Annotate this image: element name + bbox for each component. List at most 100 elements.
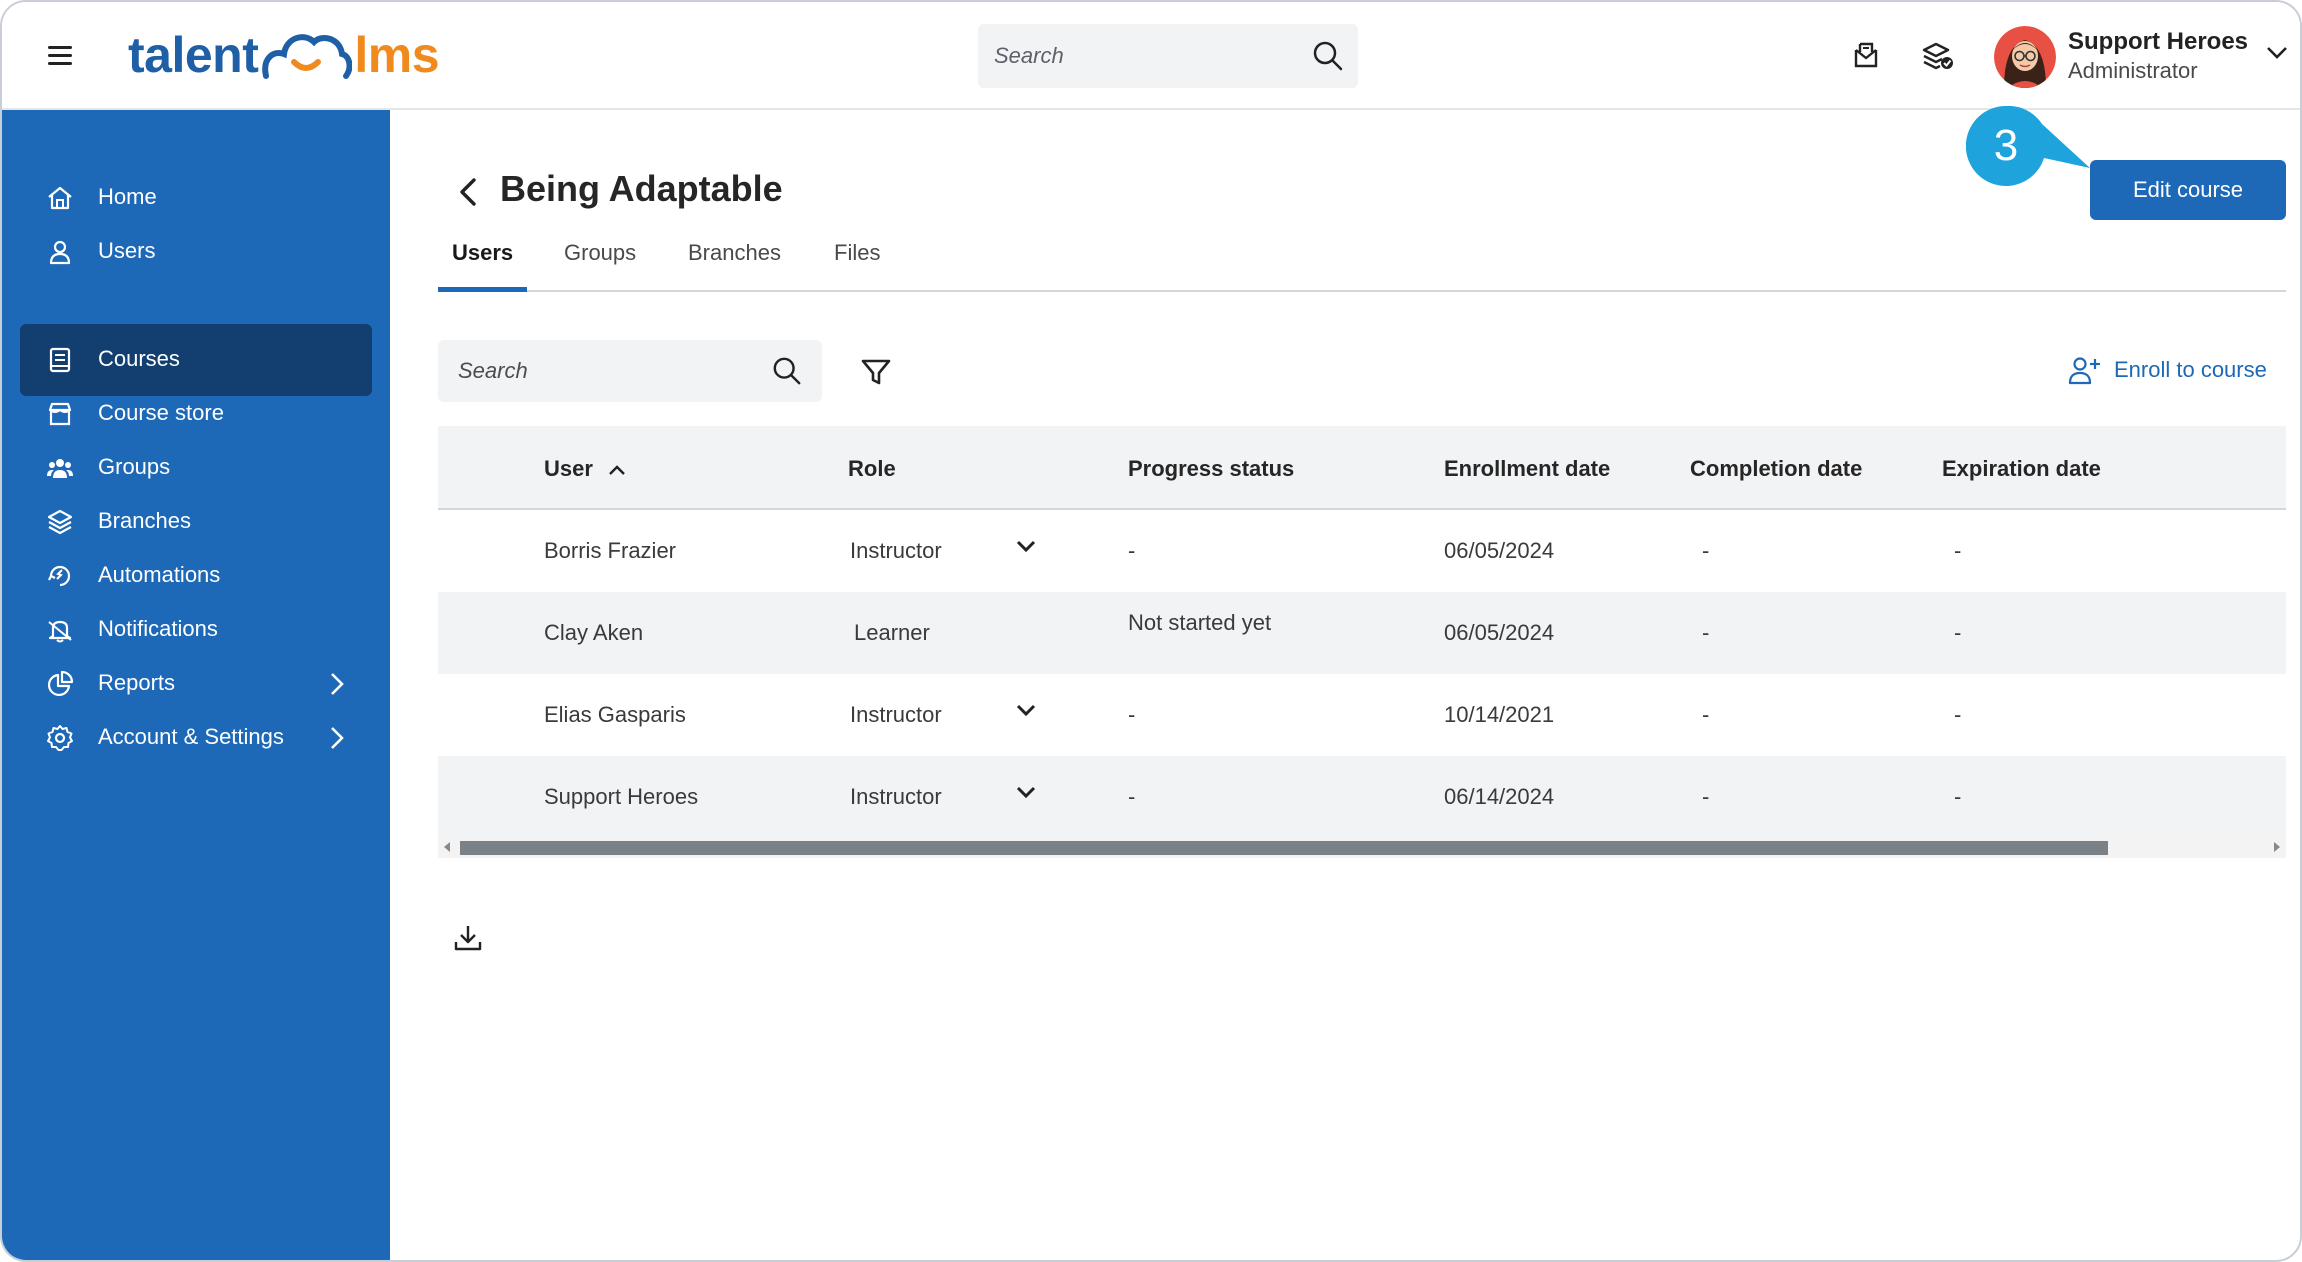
pie-chart-icon xyxy=(47,670,74,697)
hamburger-menu-icon[interactable] xyxy=(46,40,76,70)
sidebar: Home Users Courses Course store Groups B… xyxy=(2,110,390,1260)
talentlms-logo[interactable]: talent lms xyxy=(128,20,440,90)
messages-icon[interactable] xyxy=(1848,38,1884,74)
sort-ascending-icon[interactable] xyxy=(608,464,626,476)
users-search-input[interactable] xyxy=(438,340,738,402)
chevron-down-icon[interactable] xyxy=(1016,540,1036,554)
cell-progress: - xyxy=(1128,784,1136,809)
course-tabs: Users Groups Branches Files xyxy=(438,232,2286,292)
enroll-label: Enroll to course xyxy=(2114,357,2267,382)
global-search xyxy=(978,24,1358,88)
top-header: talent lms Search Support Heroes Adminis… xyxy=(2,2,2300,110)
search-icon[interactable] xyxy=(1312,40,1344,72)
chevron-right-icon xyxy=(331,673,344,695)
cell-user: Elias Gasparis xyxy=(544,702,686,727)
chevron-down-icon xyxy=(2267,47,2287,59)
cell-expiration-date: - xyxy=(1954,620,1962,645)
tab-groups[interactable]: Groups xyxy=(550,232,650,292)
cell-progress: Not started yet xyxy=(1128,610,1272,635)
cell-completion-date: - xyxy=(1702,538,1710,563)
horizontal-scrollbar[interactable] xyxy=(438,838,2286,858)
cell-user: Borris Frazier xyxy=(544,538,677,563)
table-header: User Role Progress status Enrollment dat… xyxy=(438,426,2286,510)
home-icon xyxy=(48,186,72,210)
gear-icon xyxy=(47,725,73,751)
filter-icon[interactable] xyxy=(858,354,894,390)
column-header-progress: Progress status xyxy=(1128,456,1295,481)
column-header-expiration-date: Expiration date xyxy=(1942,456,2101,481)
store-icon xyxy=(48,402,72,426)
users-search xyxy=(438,340,822,402)
role-select[interactable]: Instructor xyxy=(850,538,942,564)
group-icon xyxy=(47,459,73,478)
cell-completion-date: - xyxy=(1702,702,1710,727)
sidebar-item-label: Home xyxy=(98,184,157,209)
cell-progress: - xyxy=(1128,538,1136,563)
cell-enrollment-date: 06/14/2024 xyxy=(1444,784,1555,809)
user-name: Support Heroes xyxy=(2068,28,2249,55)
tab-branches[interactable]: Branches xyxy=(674,232,795,292)
edit-course-button[interactable]: Edit course xyxy=(2090,160,2286,220)
global-search-input[interactable] xyxy=(978,24,1278,88)
back-arrow-icon[interactable] xyxy=(452,174,488,210)
cell-expiration-date: - xyxy=(1954,538,1962,563)
cell-user: Support Heroes xyxy=(544,784,699,809)
column-header-completion-date: Completion date xyxy=(1690,456,1863,481)
sidebar-item-label: Branches xyxy=(98,508,191,533)
branches-icon xyxy=(47,509,73,535)
download-icon[interactable] xyxy=(452,922,484,954)
cell-completion-date: - xyxy=(1702,620,1710,645)
cell-expiration-date: - xyxy=(1954,784,1962,809)
chevron-right-icon xyxy=(331,727,344,749)
sidebar-item-label: Users xyxy=(98,238,156,263)
chevron-down-icon[interactable] xyxy=(1016,786,1036,800)
avatar xyxy=(1994,26,2056,88)
step-badge-number: 3 xyxy=(1993,121,2019,170)
logo-text-talent: talent xyxy=(128,27,259,83)
tab-users[interactable]: Users xyxy=(438,232,528,292)
cell-expiration-date: - xyxy=(1954,702,1962,727)
cell-role: Learner xyxy=(854,620,930,645)
scroll-right-arrow[interactable] xyxy=(2274,842,2280,852)
user-role: Administrator xyxy=(2068,58,2198,83)
table-row[interactable]: Borris Frazier Instructor - 06/05/2024 -… xyxy=(438,510,2286,592)
column-header-enrollment-date: Enrollment date xyxy=(1444,456,1611,481)
table-row[interactable]: Support Heroes Instructor - 06/14/2024 -… xyxy=(438,756,2286,838)
sidebar-item-label: Automations xyxy=(98,562,221,587)
cell-enrollment-date: 10/14/2021 xyxy=(1444,702,1555,727)
sidebar-item-label: Reports xyxy=(98,670,176,695)
column-header-user[interactable]: User xyxy=(544,456,593,482)
cell-progress: - xyxy=(1128,702,1136,727)
cell-enrollment-date: 06/05/2024 xyxy=(1444,538,1555,563)
logo-text-lms: lms xyxy=(354,27,440,83)
book-icon xyxy=(49,347,71,373)
column-header-role: Role xyxy=(848,456,896,481)
automations-icon xyxy=(48,565,71,587)
app-window: talent lms Search Support Heroes Adminis… xyxy=(0,0,2302,1262)
scroll-left-arrow[interactable] xyxy=(444,842,450,852)
sidebar-item-label: Courses xyxy=(98,346,180,371)
user-icon xyxy=(49,240,71,265)
bell-icon xyxy=(48,620,72,643)
logo-cloud-icon xyxy=(262,34,353,79)
page-title: Being Adaptable xyxy=(500,168,783,209)
chevron-down-icon[interactable] xyxy=(1016,704,1036,718)
scrollbar-thumb[interactable] xyxy=(460,841,2108,855)
role-select[interactable]: Instructor xyxy=(850,784,942,810)
sidebar-item-label: Groups xyxy=(98,454,171,479)
table-row[interactable]: Clay Aken Learner Not started yet 06/05/… xyxy=(438,592,2286,674)
search-icon[interactable] xyxy=(772,356,802,386)
sidebar-item-label: Account & Settings xyxy=(98,724,284,749)
user-profile-menu[interactable]: Support Heroes Administrator xyxy=(1988,24,2298,94)
sidebar-item-label: Notifications xyxy=(98,616,218,641)
table-row[interactable]: Elias Gasparis Instructor - 10/14/2021 -… xyxy=(438,674,2286,756)
enroll-to-course-link[interactable]: Enroll to course xyxy=(2068,352,2267,388)
sidebar-item-users[interactable]: Users xyxy=(20,216,372,288)
sidebar-item-account-settings[interactable]: Account & Settings xyxy=(20,702,372,774)
cell-user: Clay Aken xyxy=(544,620,644,645)
tab-files[interactable]: Files xyxy=(820,232,894,292)
layers-check-icon[interactable] xyxy=(1920,38,1956,74)
role-select[interactable]: Instructor xyxy=(850,702,942,728)
sidebar-item-label: Course store xyxy=(98,400,224,425)
cell-completion-date: - xyxy=(1702,784,1710,809)
